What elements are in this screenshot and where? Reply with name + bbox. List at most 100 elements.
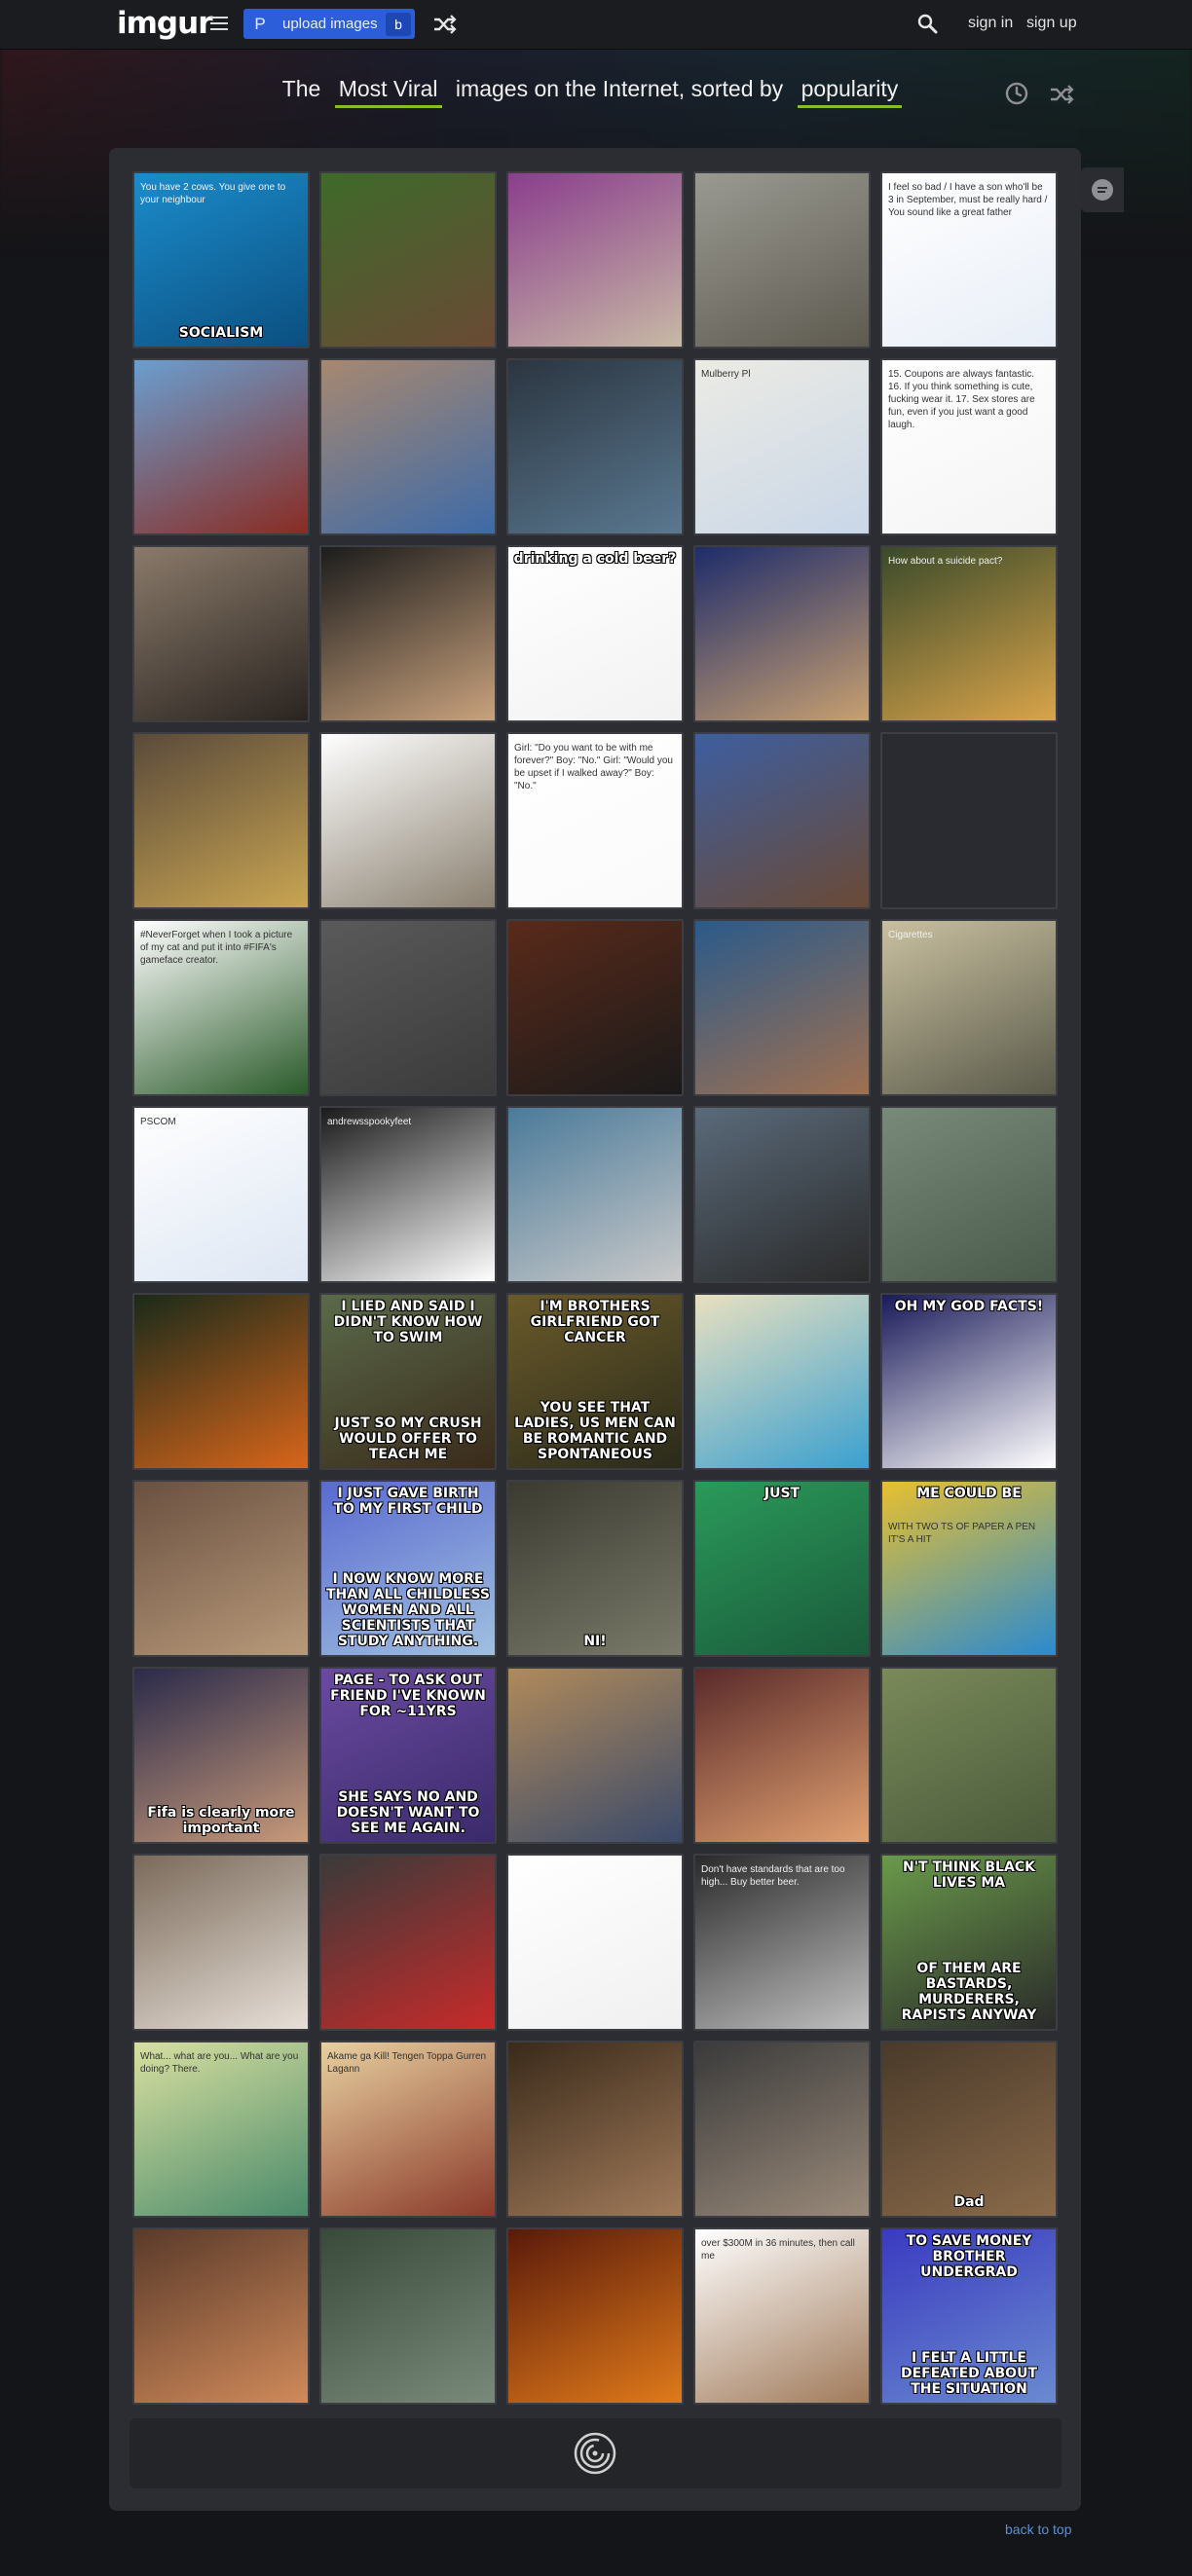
- gallery-image-red-house[interactable]: [132, 358, 310, 535]
- image-embedded-text: over $300M in 36 minutes, then call me: [701, 2238, 855, 2262]
- gallery-image-fifa-legs[interactable]: Fifa is clearly more important: [132, 1667, 310, 1844]
- sign-in-link[interactable]: sign in: [968, 15, 1013, 32]
- gallery-image-concert-post[interactable]: andrewsspookyfeet: [319, 1106, 497, 1283]
- gallery-image-spreadsheet[interactable]: PSCOM: [132, 1106, 310, 1283]
- gallery-image-map-route[interactable]: Mulberry Pl: [693, 358, 871, 535]
- gallery-image-redhead[interactable]: [132, 2227, 310, 2405]
- upload-images-button[interactable]: P upload images b: [243, 9, 415, 39]
- image-caption-bottom: Dad: [953, 2194, 985, 2210]
- gallery-image-tweet-soccer[interactable]: #NeverForget when I took a picture of my…: [132, 919, 310, 1096]
- image-embedded-text: How about a suicide pact?: [888, 556, 1003, 567]
- image-caption-bottom: SOCIALISM: [178, 325, 264, 341]
- image-caption-bottom: I FELT A LITTLE DEFEATED ABOUT THE SITUA…: [901, 2350, 1037, 2397]
- imgur-logo[interactable]: imgur: [117, 6, 212, 41]
- upload-label: upload images: [282, 16, 378, 32]
- gallery-image-text-conversation[interactable]: I feel so bad / I have a son who'll be 3…: [880, 171, 1058, 349]
- gallery-image-tiger-meme[interactable]: I'M BROTHERS GIRLFRIEND GOT CANCER YOU SE…: [506, 1293, 684, 1470]
- upload-p-icon: P: [254, 15, 266, 33]
- image-caption-bottom: JUST SO MY CRUSH WOULD OFFER TO TEACH ME: [334, 1416, 482, 1462]
- gallery-image-dog-hammock[interactable]: [319, 171, 497, 349]
- gallery-image-cow-socialism[interactable]: You have 2 cows. You give one to your ne…: [132, 171, 310, 349]
- gallery-image-speaker-cartoon[interactable]: [319, 1854, 497, 2031]
- gallery-image-empty-dark[interactable]: [880, 732, 1058, 909]
- image-embedded-text: Mulberry Pl: [701, 369, 751, 380]
- gallery-image-hulk[interactable]: [880, 1106, 1058, 1283]
- gallery-image-wedding-dance[interactable]: [132, 1854, 310, 2031]
- gallery-image-cold-beer-text[interactable]: drinking a cold beer?: [506, 545, 684, 722]
- gallery-image-wreck-rocks[interactable]: [319, 2227, 497, 2405]
- back-to-top-link[interactable]: back to top: [1005, 2521, 1072, 2537]
- image-caption-bottom: I NOW KNOW MORE THAN ALL CHILDLESS WOMEN…: [325, 1571, 490, 1649]
- gallery-image-bad-luck-brian[interactable]: PAGE - TO ASK OUT FRIEND I'VE KNOWN FOR …: [319, 1667, 497, 1844]
- upload-dropdown-badge[interactable]: b: [386, 13, 411, 36]
- image-caption-bottom: YOU SEE THAT LADIES, US MEN CAN BE ROMAN…: [514, 1400, 676, 1462]
- gallery-image-dad-boy[interactable]: Dad: [880, 2041, 1058, 2218]
- image-caption-bottom: NI!: [583, 1634, 607, 1649]
- gallery-image-cat-woman[interactable]: [506, 2041, 684, 2218]
- gallery-image-just-do-it[interactable]: JUST: [693, 1480, 871, 1657]
- gallery-image-list-text[interactable]: 15. Coupons are always fantastic. 16. If…: [880, 358, 1058, 535]
- section-selector[interactable]: Most Viral: [334, 76, 442, 108]
- gallery-image-ocean-boat[interactable]: [506, 1106, 684, 1283]
- gallery-image-controllers[interactable]: [506, 1667, 684, 1844]
- gallery-image-playground-fire[interactable]: [132, 1293, 310, 1470]
- image-caption-top: ME COULD BE: [916, 1486, 1022, 1501]
- time-filter-clock-icon[interactable]: [1003, 80, 1030, 107]
- gallery-image-car-field[interactable]: [693, 171, 871, 349]
- image-caption-top: I'M BROTHERS GIRLFRIEND GOT CANCER: [530, 1299, 660, 1345]
- gallery-image-puffin[interactable]: N'T THINK BLACK LIVES MA OF THEM ARE BAST…: [880, 1854, 1058, 2031]
- gallery-image-cartoon-faces[interactable]: [693, 1293, 871, 1470]
- gallery-image-software-screen[interactable]: [506, 358, 684, 535]
- gallery-image-paper-pen[interactable]: ME COULD BE WITH TWO TS OF PAPER A PEN IT…: [880, 1480, 1058, 1657]
- gallery-image-candy-bowl[interactable]: [319, 358, 497, 535]
- gallery-image-woman-hair[interactable]: [693, 2041, 871, 2218]
- gallery-image-park-trees[interactable]: [880, 1667, 1058, 1844]
- gallery-image-bar-girl[interactable]: [506, 919, 684, 1096]
- gallery-image-homeless-text[interactable]: [319, 919, 497, 1096]
- gallery-image-confession-bear[interactable]: I LIED AND SAID I DIDN'T KNOW HOW TO SWI…: [319, 1293, 497, 1470]
- gallery-image-performer[interactable]: [693, 545, 871, 722]
- gallery-image-girl-boy-text[interactable]: Girl: "Do you want to be with me forever…: [506, 732, 684, 909]
- image-caption-top: N'T THINK BLACK LIVES MA: [903, 1859, 1035, 1891]
- gallery-image-blender-cup[interactable]: [132, 545, 310, 722]
- image-embedded-text: andrewsspookyfeet: [327, 1117, 412, 1127]
- random-shuffle-icon[interactable]: [431, 12, 457, 37]
- gallery-image-success-kid[interactable]: I JUST GAVE BIRTH TO MY FIRST CHILD I NOW…: [319, 1480, 497, 1657]
- random-mode-shuffle-icon[interactable]: [1048, 82, 1075, 107]
- gallery-image-r2d2-c3po[interactable]: [132, 732, 310, 909]
- gallery-image-baby-meme[interactable]: TO SAVE MONEY BROTHER UNDERGRAD I FELT A …: [880, 2227, 1058, 2405]
- gallery-image-skull-flowers[interactable]: [506, 171, 684, 349]
- image-embedded-text: WITH TWO TS OF PAPER A PEN IT'S A HIT: [888, 1522, 1036, 1545]
- gallery-image-poster-text[interactable]: Akame ga Kill! Tengen Toppa Gurren Lagan…: [319, 2041, 497, 2218]
- gallery-image-two-people[interactable]: [319, 545, 497, 722]
- search-icon[interactable]: [915, 12, 941, 37]
- image-embedded-text: You have 2 cows. You give one to your ne…: [140, 182, 286, 205]
- gallery-image-fire-balrog[interactable]: [506, 2227, 684, 2405]
- gallery-image-quote-man[interactable]: Don't have standards that are too high..…: [693, 1854, 871, 2031]
- gallery-image-blue-blanket[interactable]: [693, 732, 871, 909]
- image-caption-top: JUST: [764, 1486, 801, 1501]
- subtitle-mid: images on the Internet, sorted by: [455, 76, 784, 101]
- image-caption-bottom: SHE SAYS NO AND DOESN'T WANT TO SEE ME A…: [336, 1789, 480, 1836]
- gallery-image-comic-hug[interactable]: What... what are you... What are you doi…: [132, 2041, 310, 2218]
- gallery-image-cat-room[interactable]: [132, 1480, 310, 1657]
- gallery-image-facebook-post[interactable]: [319, 732, 497, 909]
- gallery-image-chain-box[interactable]: Cigarettes: [880, 919, 1058, 1096]
- gallery-image-dancers[interactable]: [693, 1667, 871, 1844]
- gallery-image-tree-cave[interactable]: NI!: [506, 1480, 684, 1657]
- chat-side-tab[interactable]: [1081, 167, 1124, 212]
- gallery-image-animation-bee[interactable]: How about a suicide pact?: [880, 545, 1058, 722]
- sort-selector[interactable]: popularity: [797, 76, 903, 108]
- gallery-image-rubiks-text[interactable]: [506, 1854, 684, 2031]
- gallery-image-gym-court[interactable]: [693, 919, 871, 1096]
- top-navbar: imgur P upload images b sign in sign up: [0, 0, 1192, 49]
- gallery-image-fighters[interactable]: over $300M in 36 minutes, then call me: [693, 2227, 871, 2405]
- hamburger-menu-icon[interactable]: [210, 17, 228, 30]
- image-embedded-text: What... what are you... What are you doi…: [140, 2051, 299, 2075]
- image-caption-bottom: Fifa is clearly more important: [147, 1805, 295, 1836]
- gallery-image-god-facts[interactable]: OH MY GOD FACTS!: [880, 1293, 1058, 1470]
- gallery-image-armored-figure[interactable]: [693, 1106, 871, 1283]
- image-caption-top: I LIED AND SAID I DIDN'T KNOW HOW TO SWI…: [333, 1299, 483, 1345]
- image-caption-top: OH MY GOD FACTS!: [894, 1299, 1044, 1314]
- sign-up-link[interactable]: sign up: [1026, 15, 1077, 32]
